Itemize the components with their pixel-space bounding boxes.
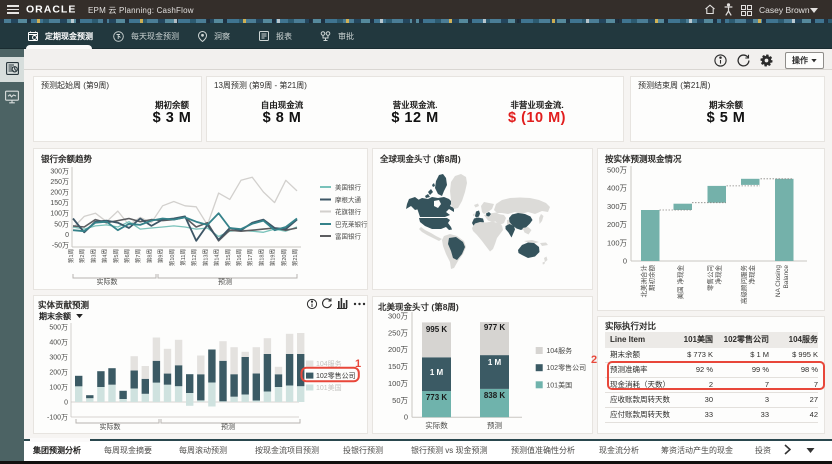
svg-text:摩根大通: 摩根大通	[335, 195, 362, 204]
svg-text:102零售公司: 102零售公司	[316, 371, 356, 380]
svg-text:150万: 150万	[50, 199, 69, 207]
svg-text:0: 0	[623, 257, 627, 266]
svg-text:第18周: 第18周	[257, 249, 265, 266]
svg-text:300万: 300万	[607, 202, 628, 211]
svg-text:100万: 100万	[388, 379, 409, 388]
svg-text:1 M: 1 M	[488, 358, 502, 367]
svg-text:977 K: 977 K	[484, 323, 506, 332]
svg-text:零售公司: 零售公司	[706, 265, 715, 291]
svg-text:第21周: 第21周	[291, 249, 299, 266]
svg-text:300万: 300万	[49, 354, 68, 362]
svg-text:花旗银行: 花旗银行	[335, 207, 362, 216]
svg-text:第3周: 第3周	[89, 249, 97, 263]
svg-text:巴克莱银行: 巴克莱银行	[335, 220, 368, 229]
svg-text:第7周: 第7周	[134, 249, 142, 263]
svg-text:200万: 200万	[388, 345, 409, 354]
svg-text:104服务: 104服务	[316, 359, 342, 368]
svg-text:第14周: 第14周	[213, 249, 221, 266]
svg-text:净现金: 净现金	[714, 265, 723, 285]
svg-text:150万: 150万	[388, 362, 409, 371]
svg-text:第17周: 第17周	[246, 249, 254, 266]
svg-text:第6周: 第6周	[123, 249, 131, 263]
svg-text:300万: 300万	[50, 167, 69, 175]
svg-text:995 K: 995 K	[426, 325, 448, 334]
svg-text:第2周: 第2周	[78, 249, 86, 263]
svg-text:第1周: 第1周	[67, 249, 75, 263]
svg-text:100万: 100万	[607, 238, 628, 247]
svg-text:美国 净现金: 美国 净现金	[676, 265, 685, 300]
svg-text:第4周: 第4周	[101, 249, 109, 263]
svg-text:200万: 200万	[607, 220, 628, 229]
svg-text:第16周: 第16周	[235, 249, 243, 266]
svg-text:101美国: 101美国	[316, 383, 342, 392]
svg-text:400万: 400万	[607, 184, 628, 193]
svg-text:第15周: 第15周	[224, 249, 232, 266]
svg-text:第8周: 第8周	[145, 249, 153, 263]
svg-text:第9周: 第9周	[157, 249, 165, 263]
svg-text:100万: 100万	[50, 210, 69, 218]
svg-text:102零售公司: 102零售公司	[546, 363, 586, 372]
svg-text:0: 0	[65, 232, 69, 239]
svg-text:预测: 预测	[487, 420, 502, 430]
svg-text:实际数: 实际数	[100, 422, 121, 431]
svg-text:第10周: 第10周	[168, 249, 176, 266]
svg-text:实际数: 实际数	[97, 277, 118, 286]
svg-text:-100万: -100万	[47, 414, 68, 422]
svg-text:美国银行: 美国银行	[335, 183, 362, 192]
svg-text:0: 0	[64, 400, 68, 407]
svg-text:高级顾问服务: 高级顾问服务	[739, 265, 748, 305]
svg-text:实际数: 实际数	[425, 420, 448, 430]
svg-text:期初余额: 期初余额	[647, 265, 656, 292]
svg-text:250万: 250万	[388, 328, 409, 337]
svg-text:104服务: 104服务	[546, 346, 572, 355]
svg-text:50万: 50万	[54, 220, 69, 228]
svg-text:50万: 50万	[392, 396, 408, 405]
svg-text:200万: 200万	[50, 189, 69, 197]
svg-text:773 K: 773 K	[426, 393, 448, 402]
svg-text:预测: 预测	[221, 422, 235, 431]
svg-text:-50万: -50万	[52, 242, 69, 250]
svg-text:500万: 500万	[607, 166, 628, 175]
svg-text:1: 1	[355, 358, 361, 370]
svg-text:预测: 预测	[218, 277, 232, 286]
svg-text:500万: 500万	[49, 324, 68, 332]
svg-text:200万: 200万	[49, 369, 68, 377]
svg-text:1 M: 1 M	[430, 368, 444, 377]
svg-text:净现金: 净现金	[747, 265, 756, 285]
svg-text:250万: 250万	[50, 178, 69, 186]
svg-text:第5周: 第5周	[112, 249, 120, 263]
svg-text:Balance: Balance	[783, 265, 790, 289]
svg-text:第20周: 第20周	[280, 249, 288, 266]
svg-text:第19周: 第19周	[269, 249, 277, 266]
svg-text:300万: 300万	[388, 312, 409, 321]
svg-text:100万: 100万	[49, 384, 68, 392]
svg-text:838 K: 838 K	[484, 391, 506, 400]
svg-text:北美洲合计: 北美洲合计	[639, 265, 648, 298]
svg-text:400万: 400万	[49, 339, 68, 347]
svg-text:富国银行: 富国银行	[335, 232, 362, 241]
svg-text:第12周: 第12周	[190, 249, 198, 266]
svg-text:0: 0	[404, 413, 408, 422]
svg-text:NA Closing: NA Closing	[775, 265, 782, 298]
svg-text:第11周: 第11周	[179, 249, 187, 266]
svg-text:第13周: 第13周	[201, 249, 209, 266]
svg-text:101美国: 101美国	[546, 380, 572, 389]
